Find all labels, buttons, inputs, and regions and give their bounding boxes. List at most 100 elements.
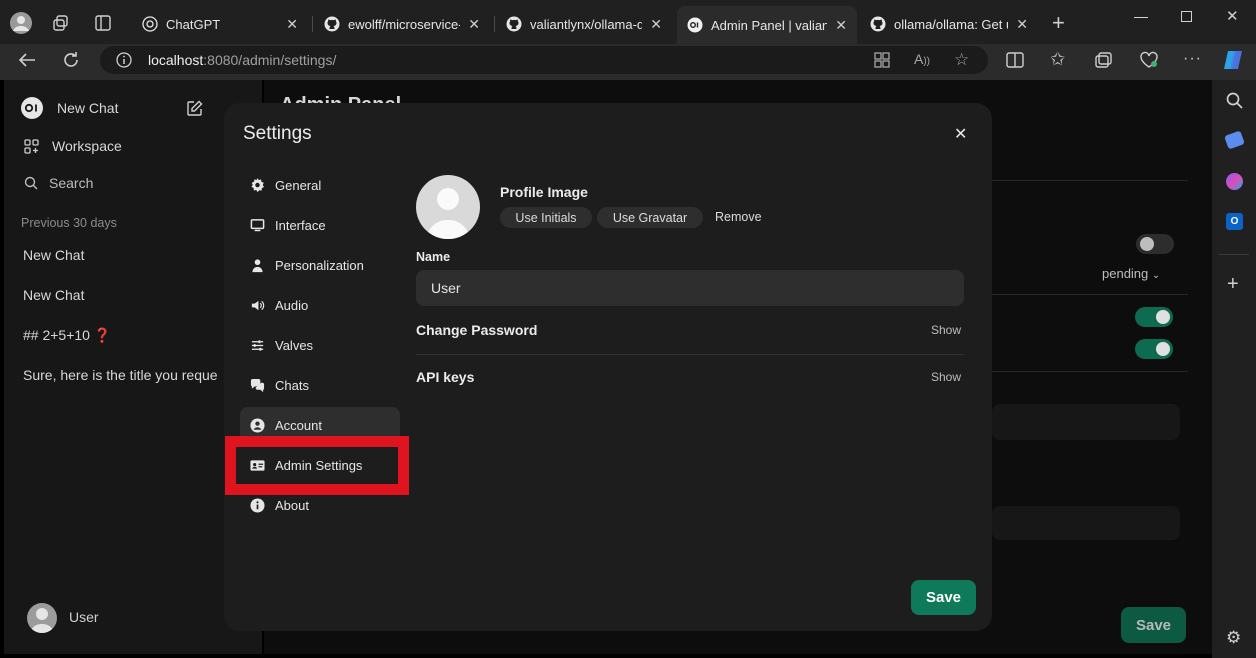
profile-image-avatar[interactable] xyxy=(416,175,480,239)
gear-icon xyxy=(251,177,265,192)
minimize-button[interactable] xyxy=(1134,17,1148,18)
close-window-button[interactable]: ✕ xyxy=(1226,7,1239,25)
browser-essentials-icon[interactable] xyxy=(1139,51,1159,69)
chat-bubbles-icon xyxy=(250,378,265,392)
new-tab-button[interactable]: + xyxy=(1052,12,1065,34)
add-sidebar-app-icon[interactable]: + xyxy=(1227,274,1239,294)
settings-title: Settings xyxy=(243,123,312,144)
tab-title: ewolff/microservice-ku xyxy=(348,16,460,32)
close-tab-icon[interactable]: ✕ xyxy=(468,16,480,33)
speaker-icon xyxy=(251,300,265,310)
save-button[interactable]: Save xyxy=(911,580,976,615)
monitor-icon xyxy=(250,218,265,231)
maximize-button[interactable] xyxy=(1181,11,1192,22)
tab-ollama-docs[interactable]: valiantlynx/ollama-doc ✕ xyxy=(496,8,672,40)
close-tab-icon[interactable]: ✕ xyxy=(835,17,847,34)
more-options-icon[interactable]: ··· xyxy=(1183,50,1202,68)
close-tab-icon[interactable]: ✕ xyxy=(650,16,662,33)
tab-admin-panel[interactable]: Admin Panel | valiantly ✕ xyxy=(677,6,857,44)
user-name[interactable]: User xyxy=(69,609,99,625)
divider xyxy=(992,180,1188,181)
close-tab-icon[interactable]: ✕ xyxy=(286,16,298,33)
sliders-icon xyxy=(251,339,264,351)
profile-image-label: Profile Image xyxy=(500,184,588,200)
split-screen-icon[interactable] xyxy=(1006,52,1024,68)
sidebar-search-input[interactable]: Search xyxy=(49,175,93,191)
github-icon xyxy=(506,16,522,32)
outlook-icon[interactable]: O xyxy=(1226,213,1243,230)
nav-valves[interactable]: Valves xyxy=(240,327,400,363)
nav-label: Audio xyxy=(275,297,309,313)
nav-general[interactable]: General xyxy=(240,167,400,203)
toggle-switch-on[interactable] xyxy=(1135,307,1173,327)
url-path: :8080/admin/settings/ xyxy=(203,52,337,68)
openwebui-logo-icon xyxy=(21,97,43,119)
change-password-label: Change Password xyxy=(416,322,538,338)
browser-tab-bar: ChatGPT ✕ ewolff/microservice-ku ✕ valia… xyxy=(0,0,1256,44)
nav-interface[interactable]: Interface xyxy=(240,207,400,243)
tab-title: ChatGPT xyxy=(166,16,221,32)
toggle-switch-off[interactable] xyxy=(1136,234,1174,254)
copilot-sidebar-icon[interactable] xyxy=(1226,173,1243,190)
nav-label: Account xyxy=(275,417,322,433)
close-modal-icon[interactable]: ✕ xyxy=(954,124,967,144)
chat-history-item[interactable]: New Chat xyxy=(23,287,84,303)
nav-chats[interactable]: Chats xyxy=(240,367,400,403)
read-aloud-icon[interactable]: A)) xyxy=(914,51,930,67)
sidebar-divider xyxy=(1219,254,1249,255)
address-bar[interactable]: localhost:8080/admin/settings/ xyxy=(100,46,988,74)
close-tab-icon[interactable]: ✕ xyxy=(1016,16,1028,33)
favorite-star-icon[interactable]: ☆ xyxy=(954,50,969,70)
refresh-icon[interactable] xyxy=(62,51,80,69)
workspaces-icon[interactable] xyxy=(52,14,70,32)
nav-label: General xyxy=(275,177,322,193)
nav-label: Valves xyxy=(275,337,314,353)
user-circle-icon xyxy=(250,417,265,433)
compose-icon[interactable] xyxy=(186,100,203,117)
use-gravatar-button[interactable]: Use Gravatar xyxy=(597,207,703,228)
url-host: localhost xyxy=(148,52,204,68)
new-chat-link[interactable]: New Chat xyxy=(57,100,118,116)
tab-actions-icon[interactable] xyxy=(94,14,112,32)
backdrop-input[interactable] xyxy=(992,404,1180,440)
openwebui-icon xyxy=(687,17,703,33)
chatgpt-icon xyxy=(142,16,158,32)
workspace-link[interactable]: Workspace xyxy=(52,138,122,154)
backdrop-save-button[interactable]: Save xyxy=(1121,607,1186,643)
copilot-icon[interactable] xyxy=(1222,49,1246,71)
api-keys-show-button[interactable]: Show xyxy=(931,370,961,384)
workspace-grid-icon xyxy=(24,139,39,154)
nav-label: Interface xyxy=(275,217,326,233)
toggle-switch-on[interactable] xyxy=(1135,339,1173,359)
name-input[interactable]: User xyxy=(416,270,964,306)
search-icon[interactable] xyxy=(1226,92,1243,109)
tab-ollama-github[interactable]: ollama/ollama: Get up ✕ xyxy=(860,8,1038,40)
collections-icon[interactable] xyxy=(1095,52,1113,68)
tab-title: valiantlynx/ollama-doc xyxy=(530,16,643,32)
backdrop-input[interactable] xyxy=(992,506,1180,540)
profile-avatar-icon[interactable] xyxy=(10,12,32,34)
default-role-select[interactable]: pending ⌄ xyxy=(1102,266,1160,281)
sidebar-settings-gear-icon[interactable]: ⚙ xyxy=(1226,628,1241,648)
nav-label: About xyxy=(275,497,309,513)
section-label-previous-30-days: Previous 30 days xyxy=(21,216,117,230)
user-avatar[interactable] xyxy=(27,603,57,633)
nav-personalization[interactable]: Personalization xyxy=(240,247,400,283)
person-icon xyxy=(252,258,263,272)
tab-chatgpt[interactable]: ChatGPT ✕ xyxy=(132,8,308,40)
github-icon xyxy=(324,16,340,32)
nav-audio[interactable]: Audio xyxy=(240,287,400,323)
edge-sidebar xyxy=(1212,80,1256,658)
tab-microservice[interactable]: ewolff/microservice-ku ✕ xyxy=(314,8,490,40)
remove-image-button[interactable]: Remove xyxy=(715,210,762,224)
chat-history-item[interactable]: New Chat xyxy=(23,247,84,263)
sidebar-search-icon xyxy=(24,176,38,190)
back-arrow-icon[interactable] xyxy=(18,52,36,68)
name-input-value: User xyxy=(431,280,461,296)
use-initials-button[interactable]: Use Initials xyxy=(500,207,592,228)
app-available-icon[interactable] xyxy=(874,52,890,68)
favorites-icon[interactable]: ✩ xyxy=(1050,49,1065,70)
change-password-show-button[interactable]: Show xyxy=(931,323,961,337)
chat-history-item[interactable]: ## 2+5+10 ❓ xyxy=(23,327,111,344)
info-icon[interactable] xyxy=(116,52,132,68)
